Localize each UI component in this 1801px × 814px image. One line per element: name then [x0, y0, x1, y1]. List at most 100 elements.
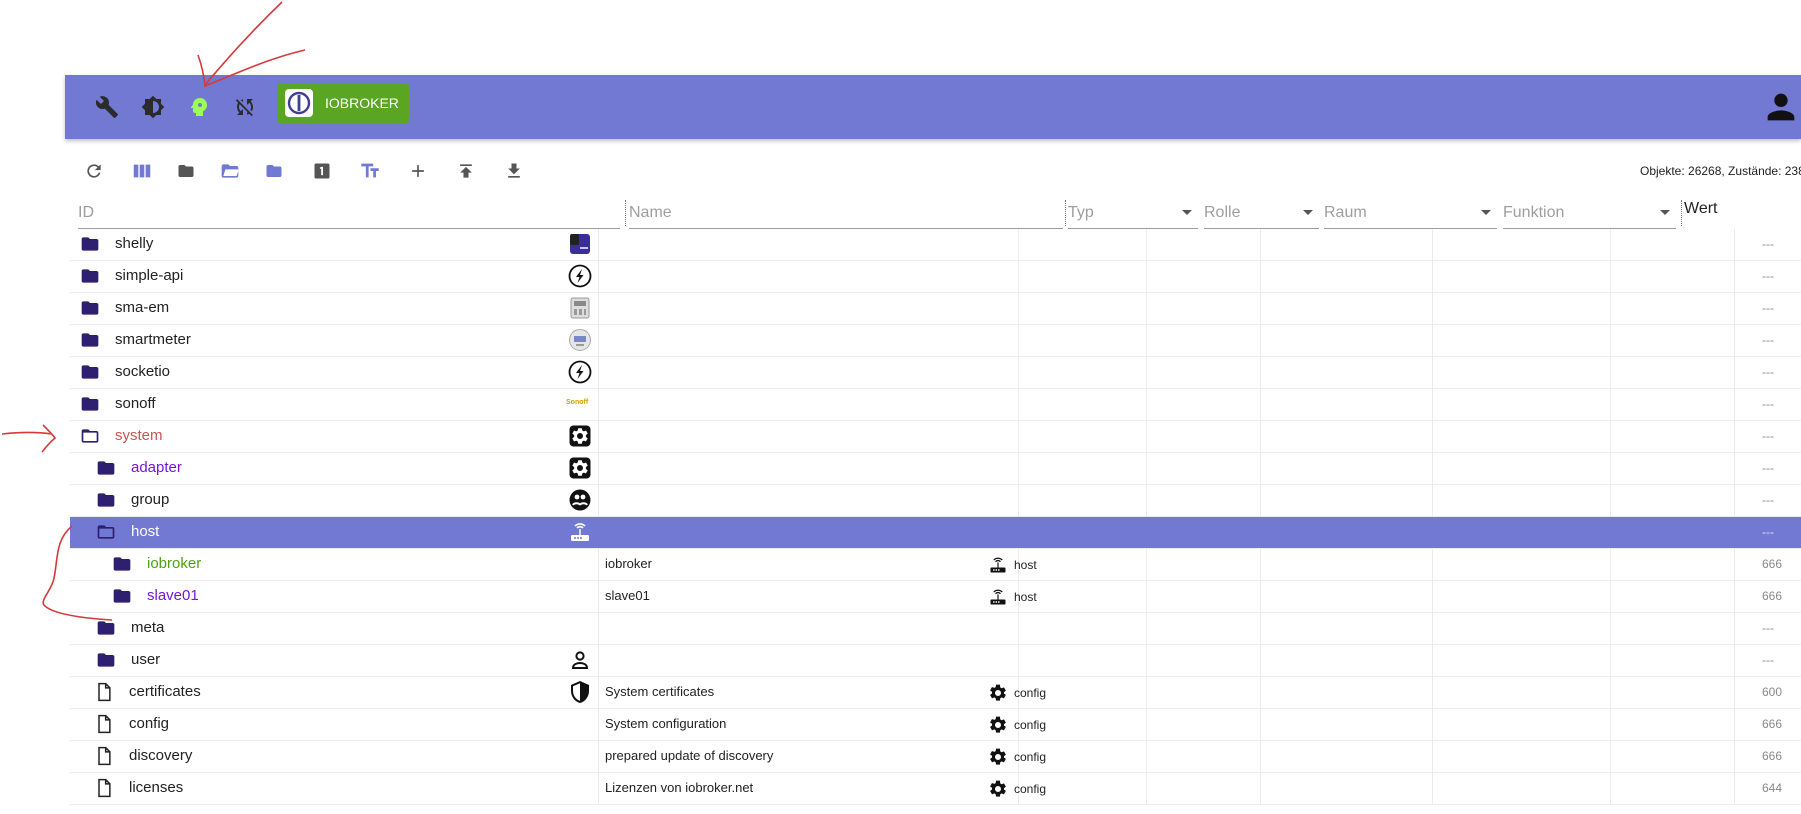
folder-icon[interactable] [78, 394, 102, 414]
folder-icon[interactable] [78, 330, 102, 350]
object-value: 644 [1762, 781, 1783, 795]
sync-disabled-icon[interactable] [229, 91, 261, 123]
group-icon [569, 489, 591, 511]
object-type-label: config [1014, 782, 1047, 796]
account-icon[interactable] [1761, 87, 1801, 127]
object-name: sma-em [115, 299, 170, 316]
folder-open-icon[interactable] [94, 522, 118, 542]
table-row[interactable]: certificates System certificates config … [70, 677, 1801, 709]
refresh-icon[interactable] [78, 155, 110, 187]
folder-open-icon[interactable] [78, 426, 102, 446]
filter-header: ID Name Typ Rolle Raum Funktion Wert [70, 198, 1801, 230]
table-row[interactable]: adapter --- [70, 453, 1801, 485]
collapse-all-icon[interactable] [258, 155, 290, 187]
folder-icon[interactable] [94, 458, 118, 478]
object-description: Lizenzen von iobroker.net [605, 780, 754, 795]
table-row[interactable]: config System configuration config 666 [70, 709, 1801, 741]
gear-icon [990, 684, 1006, 701]
object-type-label: config [1014, 718, 1047, 732]
brightness-icon[interactable] [137, 91, 169, 123]
value-column-header: Wert [1684, 200, 1718, 217]
folder-icon[interactable] [94, 650, 118, 670]
table-row[interactable]: simple-api --- [70, 261, 1801, 293]
object-value: --- [1762, 365, 1774, 379]
table-row[interactable]: socketio --- [70, 357, 1801, 389]
flash-icon [568, 264, 592, 288]
table-row-selected[interactable]: host --- [70, 517, 1801, 549]
object-type-label: config [1014, 750, 1047, 764]
expand-all-icon[interactable] [214, 155, 246, 187]
table-row[interactable]: sma-em --- [70, 293, 1801, 325]
object-type-label: host [1014, 590, 1037, 604]
shelly-adapter-icon [570, 234, 590, 254]
table-row[interactable]: iobroker iobroker host 666 [70, 549, 1801, 581]
gear-icon [990, 716, 1006, 733]
function-filter-label: Funktion [1503, 204, 1565, 221]
folder-icon[interactable] [78, 362, 102, 382]
file-icon [98, 778, 111, 798]
object-description: slave01 [605, 588, 650, 603]
file-icon [98, 714, 111, 734]
iobroker-logo-icon [285, 89, 313, 117]
folder-icon[interactable] [78, 266, 102, 286]
expert-mode-icon[interactable] [183, 91, 215, 123]
download-icon[interactable] [498, 155, 530, 187]
object-name: system [115, 427, 163, 444]
table-row[interactable]: discovery prepared update of discovery c… [70, 741, 1801, 773]
type-filter-select[interactable]: Typ [1068, 198, 1198, 229]
counter-icon[interactable] [306, 155, 338, 187]
folder-icon[interactable] [78, 298, 102, 318]
sonoff-logo-icon: Sonoff [566, 399, 589, 406]
wrench-icon[interactable] [91, 91, 123, 123]
object-name: iobroker [147, 555, 202, 572]
role-filter-label: Rolle [1204, 204, 1241, 221]
folder-icon[interactable] [94, 618, 118, 638]
id-filter-input[interactable]: ID [78, 198, 620, 229]
text-format-icon[interactable] [354, 155, 386, 187]
host-selector-button[interactable]: IOBROKER [277, 83, 409, 123]
columns-icon[interactable] [126, 155, 158, 187]
table-row[interactable]: slave01 slave01 host 666 [70, 581, 1801, 613]
object-name: adapter [131, 459, 182, 476]
room-filter-label: Raum [1324, 204, 1367, 221]
object-value: 666 [1762, 749, 1783, 763]
gear-icon [569, 457, 591, 479]
object-name: discovery [129, 747, 193, 764]
table-row[interactable]: shelly --- [70, 229, 1801, 261]
object-stats: Objekte: 26268, Zustände: 2382 [1640, 164, 1801, 178]
object-value: --- [1762, 653, 1774, 667]
table-row[interactable]: smartmeter --- [70, 325, 1801, 357]
router-icon [990, 589, 1006, 605]
app-bar: IOBROKER [65, 75, 1801, 139]
folder-icon[interactable] [110, 554, 134, 574]
name-filter-input[interactable]: Name [629, 198, 1063, 229]
object-name: meta [131, 619, 165, 636]
add-icon[interactable] [402, 155, 434, 187]
room-filter-select[interactable]: Raum [1324, 198, 1497, 229]
meter-icon [570, 297, 590, 319]
folder-icon[interactable] [78, 234, 102, 254]
folder-icon[interactable] [110, 586, 134, 606]
table-row[interactable]: sonoff Sonoff --- [70, 389, 1801, 421]
table-row[interactable]: user --- [70, 645, 1801, 677]
object-name: user [131, 651, 161, 668]
table-row[interactable]: meta --- [70, 613, 1801, 645]
object-value: --- [1762, 397, 1774, 411]
role-filter-select[interactable]: Rolle [1204, 198, 1319, 229]
function-filter-select[interactable]: Funktion [1503, 198, 1676, 229]
table-row[interactable]: system --- [70, 421, 1801, 453]
object-name: config [129, 715, 170, 732]
upload-icon[interactable] [450, 155, 482, 187]
object-value: --- [1762, 525, 1774, 539]
shield-icon [571, 681, 589, 703]
object-name: smartmeter [115, 331, 191, 348]
table-row[interactable]: licenses Lizenzen von iobroker.net confi… [70, 773, 1801, 805]
object-name: slave01 [147, 587, 199, 604]
object-type: config [988, 745, 1046, 769]
object-name: socketio [115, 363, 171, 380]
router-icon [990, 557, 1006, 573]
folder-icon[interactable] [170, 155, 202, 187]
table-row[interactable]: group --- [70, 485, 1801, 517]
folder-icon[interactable] [94, 490, 118, 510]
object-type: host [988, 585, 1037, 609]
